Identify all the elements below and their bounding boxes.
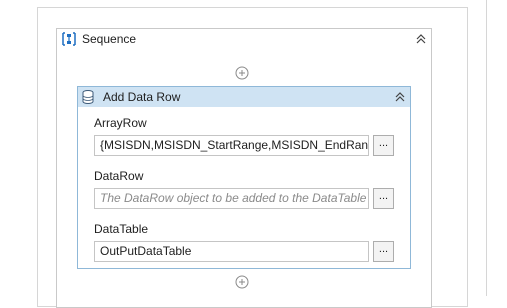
datarow-input[interactable]: The DataRow object to be added to the Da… [94,188,369,209]
arrayrow-input[interactable]: {MSISDN,MSISDN_StartRange,MSISDN_EndRang… [94,135,369,156]
sequence-icon [62,32,76,46]
datatable-input[interactable]: OutPutDataTable [94,241,369,262]
divider [486,0,487,296]
sequence-container[interactable]: Sequence Add Data Row ArrayRow {MSISDN,M… [56,28,432,308]
activity-header[interactable]: Add Data Row [78,87,410,107]
activity-title: Add Data Row [103,90,181,104]
arrayrow-label: ArrayRow [94,116,147,130]
arrayrow-browse-button[interactable]: ... [373,135,394,156]
sequence-header[interactable]: Sequence [57,29,431,49]
sequence-title: Sequence [82,32,137,46]
datatable-browse-button[interactable]: ... [373,241,394,262]
datarow-label: DataRow [94,169,144,183]
database-icon [82,90,94,104]
collapse-icon[interactable] [393,90,407,104]
add-activity-icon[interactable] [235,275,249,289]
add-data-row-activity[interactable]: Add Data Row ArrayRow {MSISDN,MSISDN_Sta… [77,86,411,269]
datatable-label: DataTable [94,222,149,236]
datarow-browse-button[interactable]: ... [373,188,394,209]
add-activity-icon[interactable] [235,66,249,80]
collapse-icon[interactable] [414,32,428,46]
